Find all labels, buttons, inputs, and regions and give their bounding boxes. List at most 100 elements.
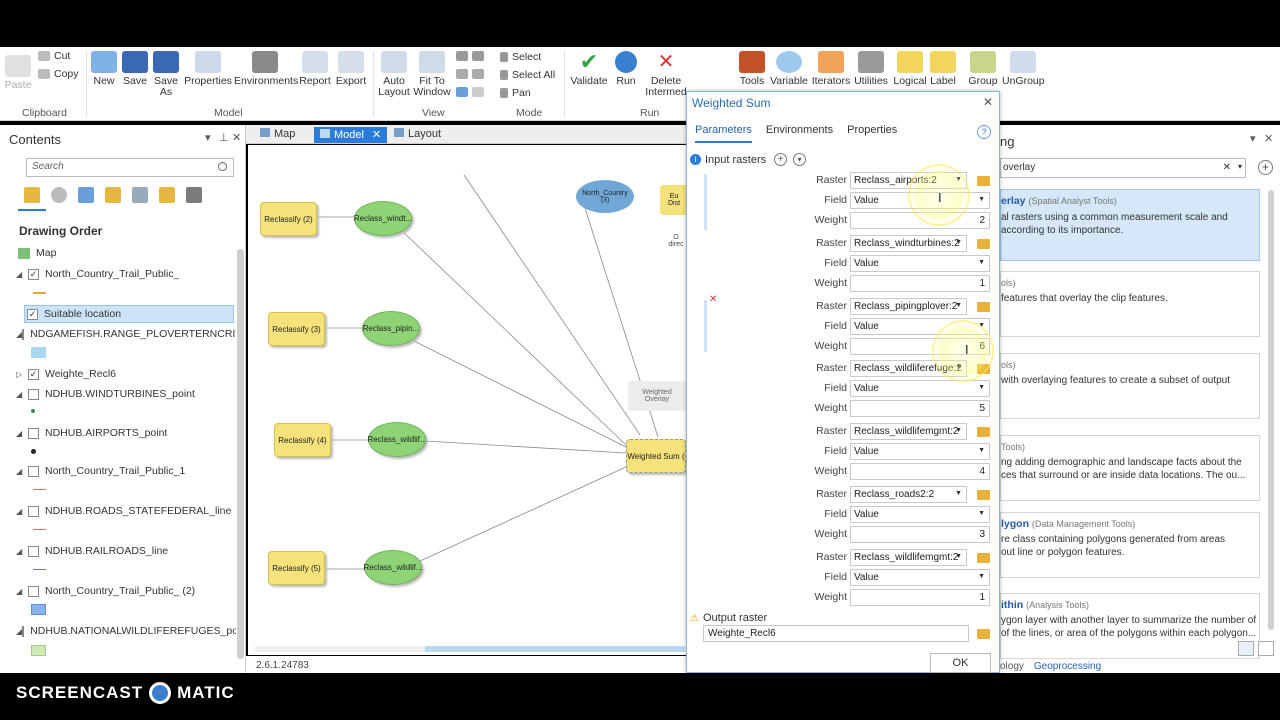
layer-checkbox[interactable]	[28, 388, 39, 400]
pan-button[interactable]: Pan	[500, 87, 531, 99]
tab-geoprocessing[interactable]: Geoprocessing	[1034, 661, 1101, 672]
weight-input[interactable]: 4	[850, 463, 990, 480]
variable-button[interactable]: Variable	[769, 51, 809, 87]
layer-checkbox[interactable]	[28, 505, 39, 517]
tool-node[interactable]: Weighted Overlay	[628, 381, 686, 411]
pin-icon[interactable]: ⊥	[219, 131, 229, 144]
fit-to-window-button[interactable]: Fit To Window	[412, 51, 452, 98]
geoprocessing-search-input[interactable]: overlay ✕ ▾	[1000, 158, 1246, 178]
data-node[interactable]: O direc	[666, 231, 686, 251]
raster-select[interactable]: Reclass_windturbines:2 ▼	[850, 235, 967, 252]
environments-button[interactable]: Environments	[234, 51, 298, 87]
report-button[interactable]: Report	[298, 51, 332, 87]
pane-menu-icon[interactable]: ▾	[205, 131, 211, 144]
tool-node[interactable]: Eu Dist	[660, 185, 688, 215]
layer-checkbox[interactable]	[28, 465, 39, 477]
browse-folder-icon[interactable]	[977, 176, 990, 186]
tree-item-layer[interactable]: ◢ NDHUB.ROADS_STATEFEDERAL_line	[16, 505, 231, 517]
raster-select[interactable]: Reclass_wildlifemgmt:2 ▼	[850, 423, 967, 440]
weight-input[interactable]: 1	[850, 275, 990, 292]
raster-select[interactable]: Reclass_pipingplover:2 ▼	[850, 298, 967, 315]
model-canvas[interactable]: Reclassify (2) Reclass_windt... Reclassi…	[248, 145, 688, 655]
reclassify-tool-node[interactable]: Reclassify (5)	[268, 551, 325, 585]
output-raster-input[interactable]: Weighte_Recl6	[703, 625, 969, 642]
remove-row-icon[interactable]: ✕	[709, 294, 717, 305]
validate-button[interactable]: ✔ Validate	[568, 51, 610, 87]
ok-button[interactable]: OK	[930, 653, 991, 673]
group-button[interactable]: Group	[966, 51, 1000, 87]
list-by-editing-icon[interactable]	[105, 187, 121, 203]
reclassify-tool-node[interactable]: Reclassify (2)	[260, 202, 317, 236]
layer-checkbox[interactable]: ✓	[28, 268, 39, 280]
tab-model[interactable]: Model ✕	[314, 127, 388, 143]
tree-item-layer[interactable]: ◢ North_Country_Trail_Public_ (2)	[16, 585, 195, 597]
result-card[interactable]: ols) features that overlay the clip feat…	[1000, 271, 1260, 337]
result-card[interactable]: lygon (Data Management Tools) re class c…	[1000, 512, 1260, 578]
variable-node[interactable]: North_Country (3)	[576, 180, 634, 213]
browse-folder-icon[interactable]	[977, 629, 990, 639]
chevron-down-icon[interactable]: ▾	[793, 153, 807, 166]
tab-symbology[interactable]: ology	[1000, 661, 1024, 672]
layer-checkbox[interactable]	[22, 328, 25, 340]
search-icon[interactable]	[218, 162, 227, 171]
field-select[interactable]: Value▼	[850, 569, 990, 586]
nav-buttons[interactable]	[456, 69, 484, 79]
close-icon[interactable]: ✕	[372, 129, 381, 141]
browse-folder-icon[interactable]	[977, 239, 990, 249]
list-by-labeling-icon[interactable]	[159, 187, 175, 203]
delete-intermediate-button[interactable]: ✕ Delete Intermed	[644, 51, 688, 98]
add-row-icon[interactable]: +	[774, 153, 788, 166]
new-button[interactable]: New	[90, 51, 118, 87]
list-by-source-icon[interactable]	[51, 187, 67, 203]
paste-button[interactable]: Paste	[4, 55, 32, 91]
raster-select[interactable]: Reclass_roads2:2 ▼	[850, 486, 967, 503]
weighted-sum-tool-node[interactable]: Weighted Sum (	[626, 439, 686, 473]
result-card[interactable]: ithin (Analysis Tools) ygon layer with a…	[1000, 593, 1260, 659]
save-button[interactable]: Save	[121, 51, 149, 87]
raster-select[interactable]: Reclass_wildlifemgmt:2 ▼	[850, 549, 967, 566]
add-icon[interactable]: +	[1258, 160, 1273, 175]
tab-properties[interactable]: Properties	[847, 124, 897, 143]
contents-scrollbar[interactable]	[237, 249, 244, 659]
data-node[interactable]: Reclass_wildlif...	[367, 422, 427, 457]
list-view-icon[interactable]	[1258, 641, 1274, 656]
help-icon[interactable]: ?	[977, 125, 991, 139]
run-button[interactable]: Run	[612, 51, 640, 87]
weight-input[interactable]: 3	[850, 526, 990, 543]
browse-folder-icon[interactable]	[977, 302, 990, 312]
tree-item-layer[interactable]: ◢ North_Country_Trail_Public_1	[16, 465, 185, 477]
field-select[interactable]: Value▼	[850, 443, 990, 460]
browse-folder-icon[interactable]	[977, 427, 990, 437]
tree-item-layer[interactable]: ◢ NDHUB.AIRPORTS_point	[16, 427, 167, 439]
cut-button[interactable]: Cut	[38, 50, 70, 62]
tab-parameters[interactable]: Parameters	[695, 124, 752, 143]
layer-checkbox[interactable]: ✓	[27, 308, 38, 320]
properties-button[interactable]: Properties	[184, 51, 232, 87]
close-icon[interactable]: ✕	[1264, 132, 1273, 145]
weight-input[interactable]: 5	[850, 400, 990, 417]
data-node[interactable]: Reclass_windt...	[354, 201, 412, 236]
data-node[interactable]: Reclass_wildlif...	[363, 550, 423, 585]
field-select[interactable]: Value▼	[850, 506, 990, 523]
chevron-down-icon[interactable]: ▾	[1238, 162, 1242, 171]
tools-button[interactable]: Tools	[736, 51, 768, 87]
label-button[interactable]: Label	[928, 51, 958, 87]
export-button[interactable]: Export	[334, 51, 368, 87]
logical-button[interactable]: Logical	[892, 51, 928, 87]
field-select[interactable]: Value▼	[850, 255, 990, 272]
result-card[interactable]: ols) with overlaying features to create …	[1000, 353, 1260, 419]
list-by-snapping-icon[interactable]	[132, 187, 148, 203]
layer-checkbox[interactable]	[28, 545, 39, 557]
canvas-horizontal-scrollbar[interactable]	[255, 646, 685, 652]
close-icon[interactable]: ✕	[232, 131, 241, 144]
tree-item-layer[interactable]: ◢ ✓ North_Country_Trail_Public_	[16, 268, 179, 280]
tree-item-layer[interactable]: ▷ ✓ Weighte_Recl6	[16, 368, 116, 380]
contents-search-input[interactable]: Search	[26, 158, 234, 177]
field-select[interactable]: Value▼	[850, 380, 990, 397]
tree-item-layer[interactable]: ◢ NDHUB.NATIONALWILDLIFEREFUGES_polyg	[16, 625, 236, 637]
tab-environments[interactable]: Environments	[766, 124, 833, 143]
tree-item-layer[interactable]: ◢ NDHUB.RAILROADS_line	[16, 545, 168, 557]
tab-map[interactable]: Map	[254, 127, 301, 143]
geoprocessing-scrollbar[interactable]	[1268, 190, 1274, 630]
list-by-perspective-icon[interactable]	[186, 187, 202, 203]
